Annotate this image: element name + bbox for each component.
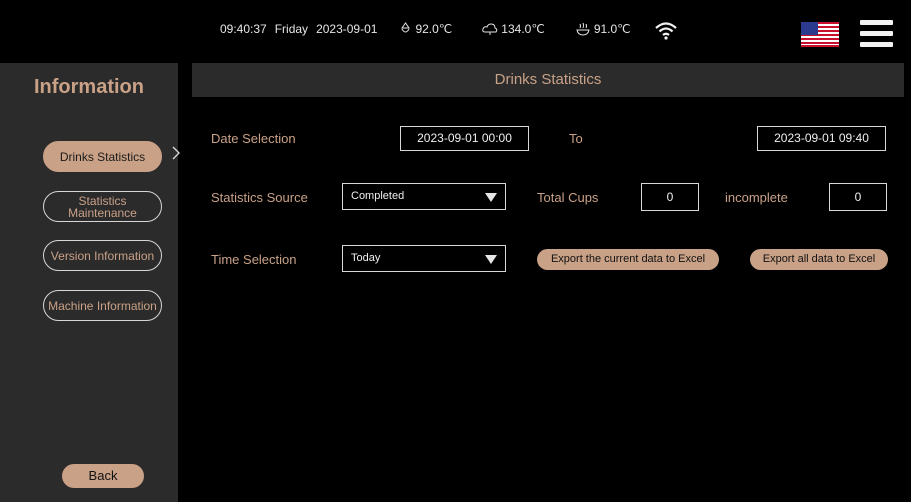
incomplete-label: incomplete bbox=[725, 190, 788, 205]
weekday: Friday bbox=[274, 22, 309, 36]
steam-temp: 134.0℃ bbox=[482, 22, 553, 36]
statistics-source-label: Statistics Source bbox=[211, 190, 308, 205]
cup-heater-temp: 91.0℃ bbox=[575, 22, 639, 36]
chevron-right-icon bbox=[172, 146, 180, 160]
incomplete-value: 0 bbox=[829, 183, 887, 211]
total-cups-label: Total Cups bbox=[537, 190, 599, 205]
sidebar: Information Drinks Statistics Statistics… bbox=[0, 63, 180, 502]
dropdown-arrow-icon bbox=[485, 255, 497, 264]
back-button[interactable]: Back bbox=[62, 464, 144, 488]
time-selection-value: Today bbox=[351, 252, 381, 264]
us-flag-icon[interactable] bbox=[801, 22, 839, 47]
dropdown-arrow-icon bbox=[485, 193, 497, 202]
wifi-icon bbox=[655, 22, 677, 40]
statistics-source-select[interactable]: Completed bbox=[342, 183, 506, 210]
boiler-icon bbox=[401, 22, 411, 33]
time-selection-select[interactable]: Today bbox=[342, 245, 506, 272]
sidebar-item-statistics-maintenance[interactable]: Statistics Maintenance bbox=[43, 191, 162, 222]
sidebar-item-drinks-statistics[interactable]: Drinks Statistics bbox=[43, 141, 162, 172]
export-all-button[interactable]: Export all data to Excel bbox=[750, 249, 888, 270]
date: 2023-09-01 bbox=[316, 22, 378, 36]
statistics-source-value: Completed bbox=[351, 190, 405, 202]
to-label: To bbox=[569, 131, 583, 146]
sidebar-item-version-information[interactable]: Version Information bbox=[43, 240, 162, 271]
date-from-field[interactable]: 2023-09-01 00:00 bbox=[400, 126, 529, 151]
sidebar-title: Information bbox=[34, 76, 144, 98]
date-selection-label: Date Selection bbox=[211, 131, 296, 146]
steam-icon bbox=[482, 22, 498, 35]
status-info: 09:40:37 Friday 2023-09-01 92.0℃ 134.0℃ … bbox=[220, 22, 647, 36]
time-selection-label: Time Selection bbox=[211, 252, 297, 267]
total-cups-value: 0 bbox=[641, 183, 699, 211]
page-title: Drinks Statistics bbox=[192, 63, 904, 97]
date-to-field[interactable]: 2023-09-01 09:40 bbox=[757, 126, 886, 151]
export-current-button[interactable]: Export the current data to Excel bbox=[537, 249, 719, 270]
boiler-temp: 92.0℃ bbox=[399, 22, 460, 36]
clock-time: 09:40:37 bbox=[220, 22, 267, 36]
cup-heater-icon bbox=[576, 22, 590, 36]
status-bar: 09:40:37 Friday 2023-09-01 92.0℃ 134.0℃ … bbox=[0, 0, 911, 63]
main-panel: Drinks Statistics Date Selection 2023-09… bbox=[192, 63, 911, 502]
menu-icon[interactable] bbox=[860, 18, 893, 48]
sidebar-item-machine-information[interactable]: Machine Information bbox=[43, 290, 162, 321]
